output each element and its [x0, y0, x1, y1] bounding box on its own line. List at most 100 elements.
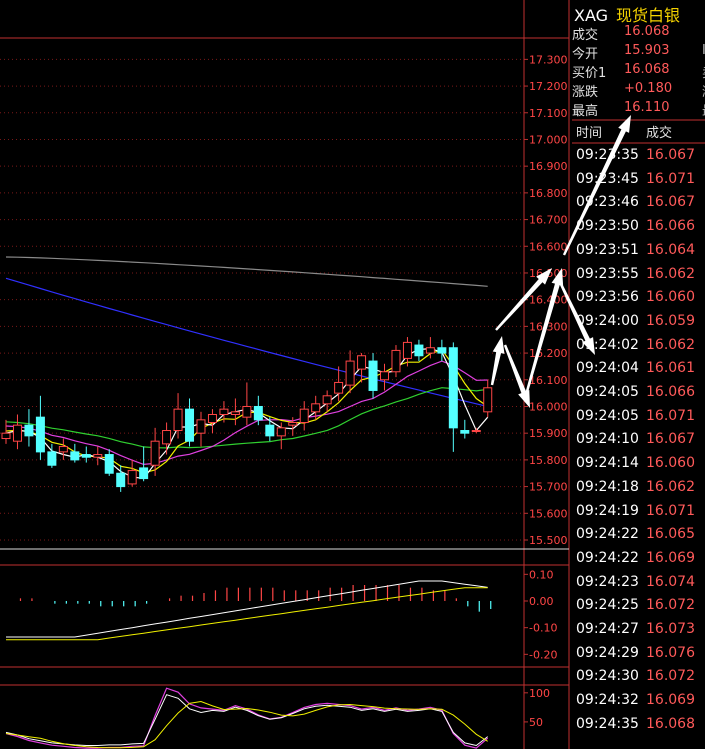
quote-value: 16.068 [624, 62, 670, 77]
kdj-tick-label: 100 [529, 687, 550, 700]
candle-up [288, 422, 298, 426]
tick-row[interactable]: 09:24:30 16.072 [572, 668, 705, 692]
tick-row[interactable]: 09:24:05 16.066 [572, 384, 705, 408]
tick-row[interactable]: 09:24:25 16.072 [572, 597, 705, 621]
tick-time: 09:24:30 [576, 668, 639, 685]
quote-header: XAG 现货白银 [574, 2, 680, 26]
price-tick-label: 15.900 [529, 427, 568, 440]
tick-price: 16.069 [646, 549, 695, 566]
price-tick-label: 15.600 [529, 507, 568, 520]
candle-up [150, 440, 160, 466]
candle-up [93, 454, 103, 458]
tick-row[interactable]: 09:24:02 16.062 [572, 337, 705, 361]
tick-row[interactable]: 09:23:50 16.066 [572, 218, 705, 242]
price-tick-label: 16.000 [529, 400, 568, 413]
tick-price: 16.072 [646, 668, 695, 685]
quote-label: 涨跌 [572, 85, 599, 100]
candle-up [173, 408, 183, 432]
tick-time: 09:24:22 [576, 526, 639, 543]
tick-row[interactable]: 09:23:46 16.067 [572, 194, 705, 218]
tick-time: 09:24:00 [576, 312, 639, 329]
tick-row[interactable]: 09:24:05 16.071 [572, 408, 705, 432]
price-tick-label: 16.900 [529, 160, 568, 173]
kdj-d-line [5, 700, 488, 749]
tick-row[interactable]: 09:24:00 16.059 [572, 313, 705, 337]
tick-row[interactable]: 09:24:04 16.061 [572, 360, 705, 384]
tick-time: 09:23:46 [576, 194, 639, 211]
tick-time: 09:24:25 [576, 597, 639, 614]
tick-time: 09:24:32 [576, 692, 639, 709]
candle-down [24, 424, 34, 437]
tick-row[interactable]: 09:24:22 16.069 [572, 550, 705, 574]
tick-row[interactable]: 09:23:35 16.067 [572, 147, 705, 171]
tick-price: 16.064 [646, 241, 695, 258]
quote-value: 16.110 [624, 100, 670, 115]
kdj-j-line [5, 687, 489, 749]
tick-row[interactable]: 09:24:23 16.074 [572, 574, 705, 598]
tick-row[interactable]: 09:24:10 16.067 [572, 431, 705, 455]
candle-up [322, 395, 332, 405]
tick-time: 09:24:23 [576, 573, 639, 590]
tick-price: 16.067 [646, 194, 695, 211]
tick-price: 16.071 [646, 407, 695, 424]
tick-row[interactable]: 09:24:32 16.069 [572, 692, 705, 716]
tick-row[interactable]: 09:23:55 16.062 [572, 266, 705, 290]
tick-time: 09:23:50 [576, 218, 639, 235]
macd-dea-line [6, 587, 488, 641]
price-tick-label: 17.300 [529, 53, 568, 66]
price-tick-label: 16.400 [529, 294, 568, 307]
candle-up [334, 381, 344, 394]
candle-up [391, 349, 401, 373]
tick-time: 09:24:02 [576, 336, 639, 353]
tick-row[interactable]: 09:24:27 16.073 [572, 621, 705, 645]
candle-down [35, 416, 45, 453]
tick-price: 16.067 [646, 431, 695, 448]
candle-down [139, 467, 149, 480]
price-axis: 17.300 17.200 17.100 17.000 16.900 16.800 16.7… [524, 53, 568, 547]
tick-row[interactable]: 09:24:35 16.068 [572, 716, 705, 740]
quote-label: 今开 [572, 47, 599, 62]
tick-time: 09:23:45 [576, 170, 639, 187]
tick-time: 09:24:29 [576, 644, 639, 661]
quote-row: 涨跌+0.180涨 [572, 81, 705, 100]
quote-value: 16.068 [624, 24, 670, 39]
tick-price: 16.067 [646, 147, 695, 163]
symbol-code: XAG [574, 6, 609, 25]
ma-long-gray [5, 256, 488, 287]
tick-row[interactable]: 09:23:51 16.064 [572, 242, 705, 266]
price-tick-label: 17.000 [529, 133, 568, 146]
price-tick-label: 15.800 [529, 454, 568, 467]
price-tick-label: 17.200 [529, 80, 568, 93]
macd-tick-label: 0.10 [529, 568, 554, 581]
candle-down [253, 405, 263, 421]
tick-row[interactable]: 09:23:45 16.071 [572, 171, 705, 195]
arrow-shape [490, 336, 505, 386]
quote-panel: XAG现货白银 成交16.068今开15.903I买价116.068卖涨跌+0.… [572, 0, 705, 749]
annotation-arrow [490, 336, 505, 386]
candle-down [368, 360, 378, 391]
tick-time: 09:24:19 [576, 502, 639, 519]
price-tick-label: 15.700 [529, 481, 568, 494]
annotation-arrow [503, 344, 530, 408]
tick-row[interactable]: 09:24:14 16.060 [572, 455, 705, 479]
tick-time: 09:23:35 [576, 147, 639, 163]
tick-price: 16.065 [646, 526, 695, 543]
candle-down [414, 344, 424, 357]
candle-up [471, 430, 481, 433]
tick-row[interactable]: 09:23:56 16.060 [572, 289, 705, 313]
price-tick-label: 15.500 [529, 534, 568, 547]
tick-row[interactable]: 09:24:18 16.062 [572, 479, 705, 503]
moving-average-lines [5, 256, 489, 480]
tick-price: 16.072 [646, 597, 695, 614]
tick-time: 09:23:51 [576, 241, 639, 258]
tick-row[interactable]: 09:24:29 16.076 [572, 645, 705, 669]
tick-price: 16.073 [646, 621, 695, 637]
tick-price: 16.061 [646, 360, 695, 377]
tick-price: 16.062 [646, 478, 695, 495]
tick-row[interactable]: 09:24:19 16.071 [572, 503, 705, 527]
quote-label: 买价1 [572, 66, 607, 81]
quote-label: 成交 [572, 28, 599, 43]
candle-up [357, 355, 367, 370]
tick-row[interactable]: 09:24:22 16.065 [572, 526, 705, 550]
candle-up [196, 419, 206, 434]
